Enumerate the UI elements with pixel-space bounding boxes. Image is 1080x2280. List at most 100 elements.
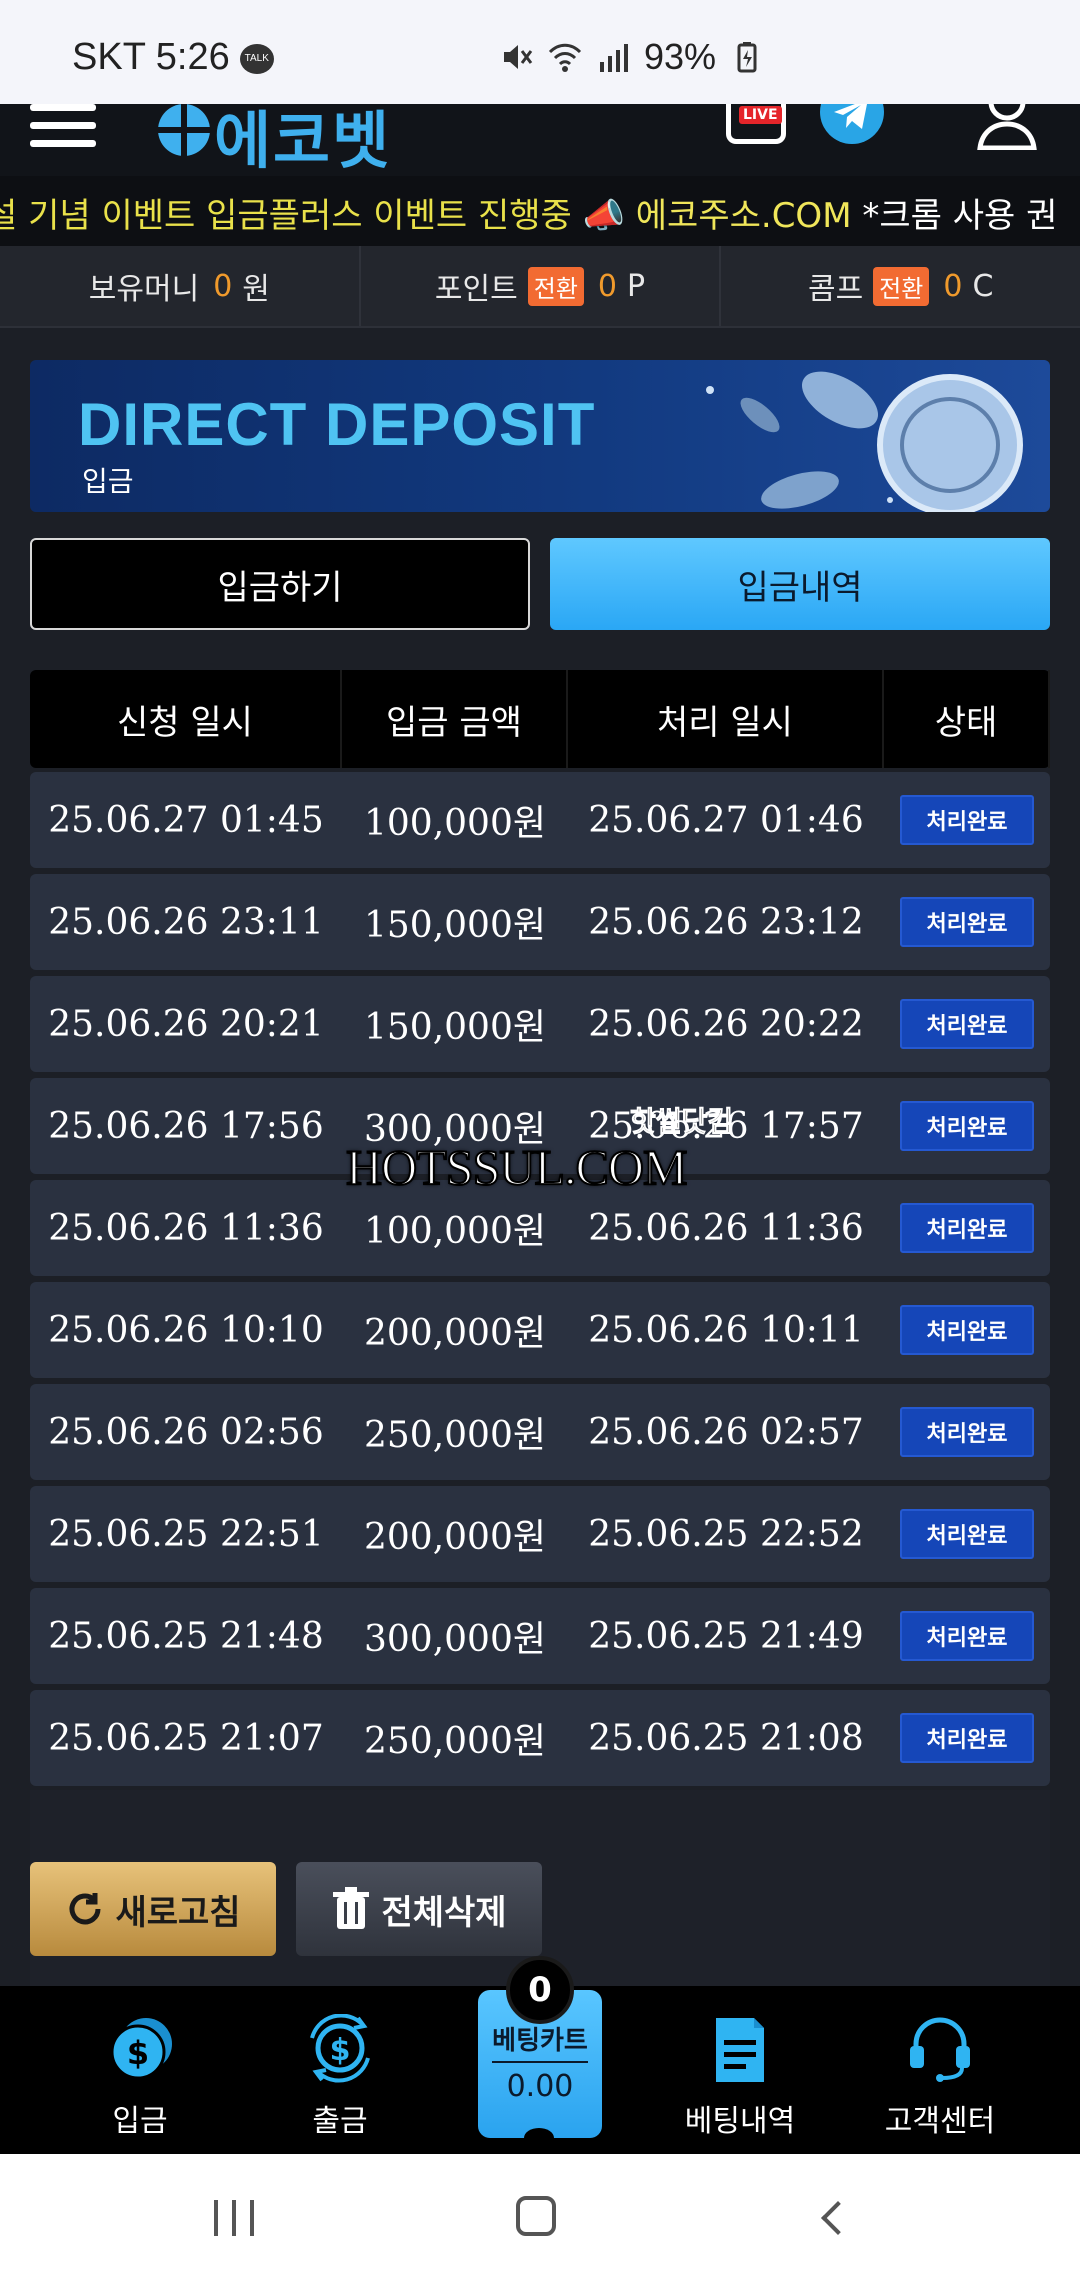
status-time: SKT 5:26: [72, 36, 230, 78]
cell-amount: 200,000원: [364, 1313, 546, 1354]
header-requested: 신청 일시: [30, 670, 342, 768]
home-icon[interactable]: [516, 2196, 556, 2236]
tab-deposit[interactable]: 입금하기: [30, 538, 530, 630]
bet-history-doc-icon: [716, 2018, 764, 2082]
cell-amount: 150,000원: [364, 1007, 546, 1048]
system-nav-bar: [0, 2154, 1080, 2280]
telegram-icon[interactable]: [820, 104, 884, 144]
site-logo[interactable]: 에코벳: [154, 104, 444, 176]
balance-point: 포인트 전환 0 P: [361, 246, 722, 326]
deposit-banner: DIRECT DEPOSIT 입금: [30, 360, 1050, 512]
nav-deposit[interactable]: $ 입금: [60, 2014, 220, 2144]
cell-amount: 150,000원: [364, 905, 546, 946]
nav-bet-history-label: 베팅내역: [684, 2104, 796, 2139]
logo-text: 에코벳: [214, 104, 392, 176]
cell-amount: 250,000원: [364, 1415, 546, 1456]
table-row: 25.06.26 02:56 250,000원 25.06.26 02:57 처…: [30, 1384, 1050, 1480]
status-carrier-time: SKT 5:26 TALK: [72, 36, 274, 79]
point-label: 포인트: [434, 272, 518, 307]
user-profile-icon[interactable]: [976, 104, 1038, 151]
cell-processed: 25.06.25 22:52: [588, 1513, 864, 1555]
status-badge: 처리완료: [900, 1407, 1034, 1457]
delete-all-label: 전체삭제: [381, 1892, 507, 1933]
cell-requested: 25.06.26 17:56: [48, 1105, 324, 1147]
status-badge: 처리완료: [900, 1713, 1034, 1763]
logo-mark-icon: [158, 104, 210, 156]
cell-requested: 25.06.25 22:51: [48, 1513, 324, 1555]
nav-support-label: 고객센터: [884, 2104, 996, 2139]
table-row: 25.06.26 10:10 200,000원 25.06.26 10:11 처…: [30, 1282, 1050, 1378]
cell-processed: 25.06.27 01:46: [588, 799, 864, 841]
coins-illustration-icon: [706, 371, 1023, 512]
status-badge: 처리완료: [900, 1509, 1034, 1559]
status-badge: 처리완료: [900, 795, 1034, 845]
app-root: SKT 5:26 TALK 93% 에코벳 LIVE 설 기념 이벤트 입금플러스…: [0, 0, 1080, 2280]
recent-apps-icon[interactable]: [214, 2200, 254, 2236]
status-badge: 처리완료: [900, 897, 1034, 947]
mute-icon: [504, 45, 533, 69]
header-status: 상태: [884, 670, 1050, 768]
cell-processed: 25.06.26 23:12: [588, 901, 864, 943]
live-tv-icon[interactable]: LIVE: [726, 104, 786, 144]
cell-requested: 25.06.26 11:36: [48, 1207, 324, 1249]
status-icons: 93%: [500, 36, 764, 78]
app-header: 에코벳 LIVE: [0, 104, 1080, 176]
comp-unit: C: [972, 268, 994, 304]
cell-processed: 25.06.26 11:36: [588, 1207, 864, 1249]
cell-amount: 250,000원: [364, 1721, 546, 1762]
bet-cart-label: 베팅카트: [492, 2020, 588, 2063]
cart-notch: [524, 2128, 554, 2148]
cell-requested: 25.06.27 01:45: [48, 799, 324, 841]
banner-subtitle: 입금: [82, 465, 134, 498]
cell-amount: 100,000원: [364, 1211, 546, 1252]
nav-deposit-label: 입금: [112, 2104, 168, 2139]
cell-requested: 25.06.26 02:56: [48, 1411, 324, 1453]
cell-requested: 25.06.26 23:11: [48, 901, 324, 943]
cell-amount: 100,000원: [364, 803, 546, 844]
marquee-domain-text: 에코주소.COM: [635, 196, 852, 236]
status-badge: 처리완료: [900, 1101, 1034, 1151]
trash-icon: [333, 1887, 370, 1929]
money-label: 보유머니: [88, 272, 200, 307]
back-icon[interactable]: [821, 2201, 855, 2235]
status-bar: SKT 5:26 TALK 93%: [0, 0, 1080, 104]
marquee-event-text: 설 기념 이벤트 입금플러스 이벤트 진행중: [0, 196, 583, 236]
cell-requested: 25.06.26 20:21: [48, 1003, 324, 1045]
nav-bet-history[interactable]: 베팅내역: [660, 2014, 820, 2144]
status-badge: 처리완료: [900, 1611, 1034, 1661]
marquee-text: 설 기념 이벤트 입금플러스 이벤트 진행중 📣 에코주소.COM *크롬 사용…: [0, 188, 1057, 237]
table-row: 25.06.26 23:11 150,000원 25.06.26 23:12 처…: [30, 874, 1050, 970]
marquee-notice-text: *크롬 사용 권: [851, 196, 1058, 236]
balance-comp: 콤프 전환 0 C: [721, 246, 1080, 326]
svg-text:$: $: [330, 2033, 351, 2068]
bet-cart-value: 0.00: [506, 2069, 574, 2104]
point-convert-button[interactable]: 전환: [527, 266, 584, 306]
money-value: 0: [213, 268, 233, 304]
headset-icon: [910, 2017, 970, 2082]
hamburger-menu-icon[interactable]: [30, 104, 96, 148]
header-amount: 입금 금액: [342, 670, 568, 768]
watermark: HOTSSUL.COM: [345, 1138, 688, 1196]
live-label: LIVE: [739, 106, 782, 124]
svg-text:$: $: [127, 2034, 149, 2072]
nav-withdraw[interactable]: $ 출금: [260, 2014, 420, 2144]
money-unit: 원: [242, 272, 270, 307]
watermark-small: 핫썰닷컴: [629, 1105, 734, 1139]
delete-all-button[interactable]: 전체삭제: [296, 1862, 542, 1956]
refresh-button[interactable]: 새로고침: [30, 1862, 276, 1956]
withdraw-coin-icon: $: [310, 2014, 370, 2083]
header-processed: 처리 일시: [568, 670, 884, 768]
comp-value: 0: [943, 268, 963, 304]
cell-requested: 25.06.26 10:10: [48, 1309, 324, 1351]
talk-icon: TALK: [239, 43, 274, 74]
tab-deposit-history[interactable]: 입금내역: [550, 538, 1050, 630]
nav-support[interactable]: 고객센터: [860, 2014, 1020, 2144]
cell-processed: 25.06.25 21:49: [588, 1615, 864, 1657]
banner-title: DIRECT DEPOSIT: [78, 391, 596, 458]
history-table-header: 신청 일시 입금 금액 처리 일시 상태: [30, 670, 1050, 768]
wifi-icon: [548, 43, 582, 72]
status-badge: 처리완료: [900, 999, 1034, 1049]
comp-convert-button[interactable]: 전환: [873, 266, 930, 306]
refresh-icon: [69, 1893, 101, 1925]
table-row: 25.06.25 22:51 200,000원 25.06.25 22:52 처…: [30, 1486, 1050, 1582]
